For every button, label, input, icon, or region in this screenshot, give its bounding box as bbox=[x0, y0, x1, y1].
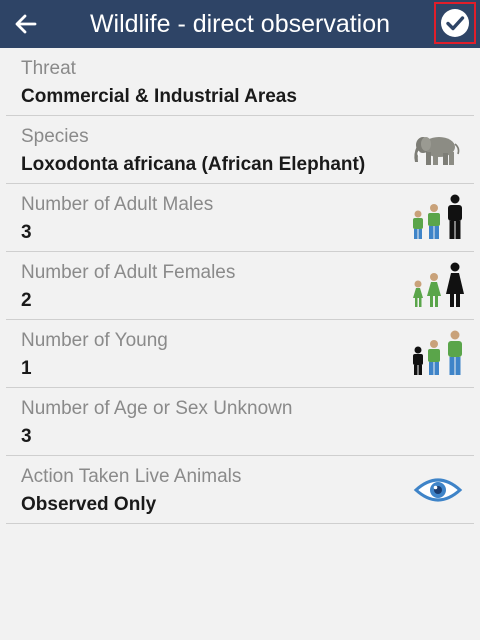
arrow-left-icon bbox=[15, 14, 37, 34]
field-age-sex-unknown[interactable]: Number of Age or Sex Unknown 3 bbox=[6, 388, 474, 456]
elephant-icon bbox=[410, 124, 466, 176]
field-threat[interactable]: Threat Commercial & Industrial Areas bbox=[6, 48, 474, 116]
field-label: Action Taken Live Animals bbox=[21, 466, 242, 487]
field-value: Observed Only bbox=[21, 494, 157, 515]
field-value: 1 bbox=[21, 358, 32, 379]
field-label: Number of Age or Sex Unknown bbox=[21, 398, 293, 419]
observation-form: Threat Commercial & Industrial Areas Spe… bbox=[6, 48, 474, 524]
field-label: Number of Young bbox=[21, 330, 168, 351]
field-young[interactable]: Number of Young 1 bbox=[6, 320, 474, 388]
field-label: Number of Adult Males bbox=[21, 194, 214, 215]
field-label: Species bbox=[21, 126, 89, 147]
field-value: 3 bbox=[21, 222, 32, 243]
page-title: Wildlife - direct observation bbox=[89, 10, 391, 38]
field-action-taken[interactable]: Action Taken Live Animals Observed Only bbox=[6, 456, 474, 524]
save-button[interactable] bbox=[434, 2, 476, 44]
adult-females-icon bbox=[410, 260, 466, 312]
field-adult-males[interactable]: Number of Adult Males 3 bbox=[6, 184, 474, 252]
field-value: 2 bbox=[21, 290, 32, 311]
field-value: Loxodonta africana (African Elephant) bbox=[21, 154, 366, 175]
app-bar: Wildlife - direct observation bbox=[0, 0, 480, 48]
young-icon bbox=[410, 328, 466, 380]
field-adult-females[interactable]: Number of Adult Females 2 bbox=[6, 252, 474, 320]
check-circle-icon bbox=[441, 9, 469, 37]
field-species[interactable]: Species Loxodonta africana (African Elep… bbox=[6, 116, 474, 184]
field-value: Commercial & Industrial Areas bbox=[21, 86, 297, 107]
field-label: Number of Adult Females bbox=[21, 262, 236, 283]
field-value: 3 bbox=[21, 426, 32, 447]
field-label: Threat bbox=[21, 58, 76, 79]
eye-icon bbox=[410, 464, 466, 516]
adult-males-icon bbox=[410, 192, 466, 244]
back-button[interactable] bbox=[8, 6, 44, 42]
